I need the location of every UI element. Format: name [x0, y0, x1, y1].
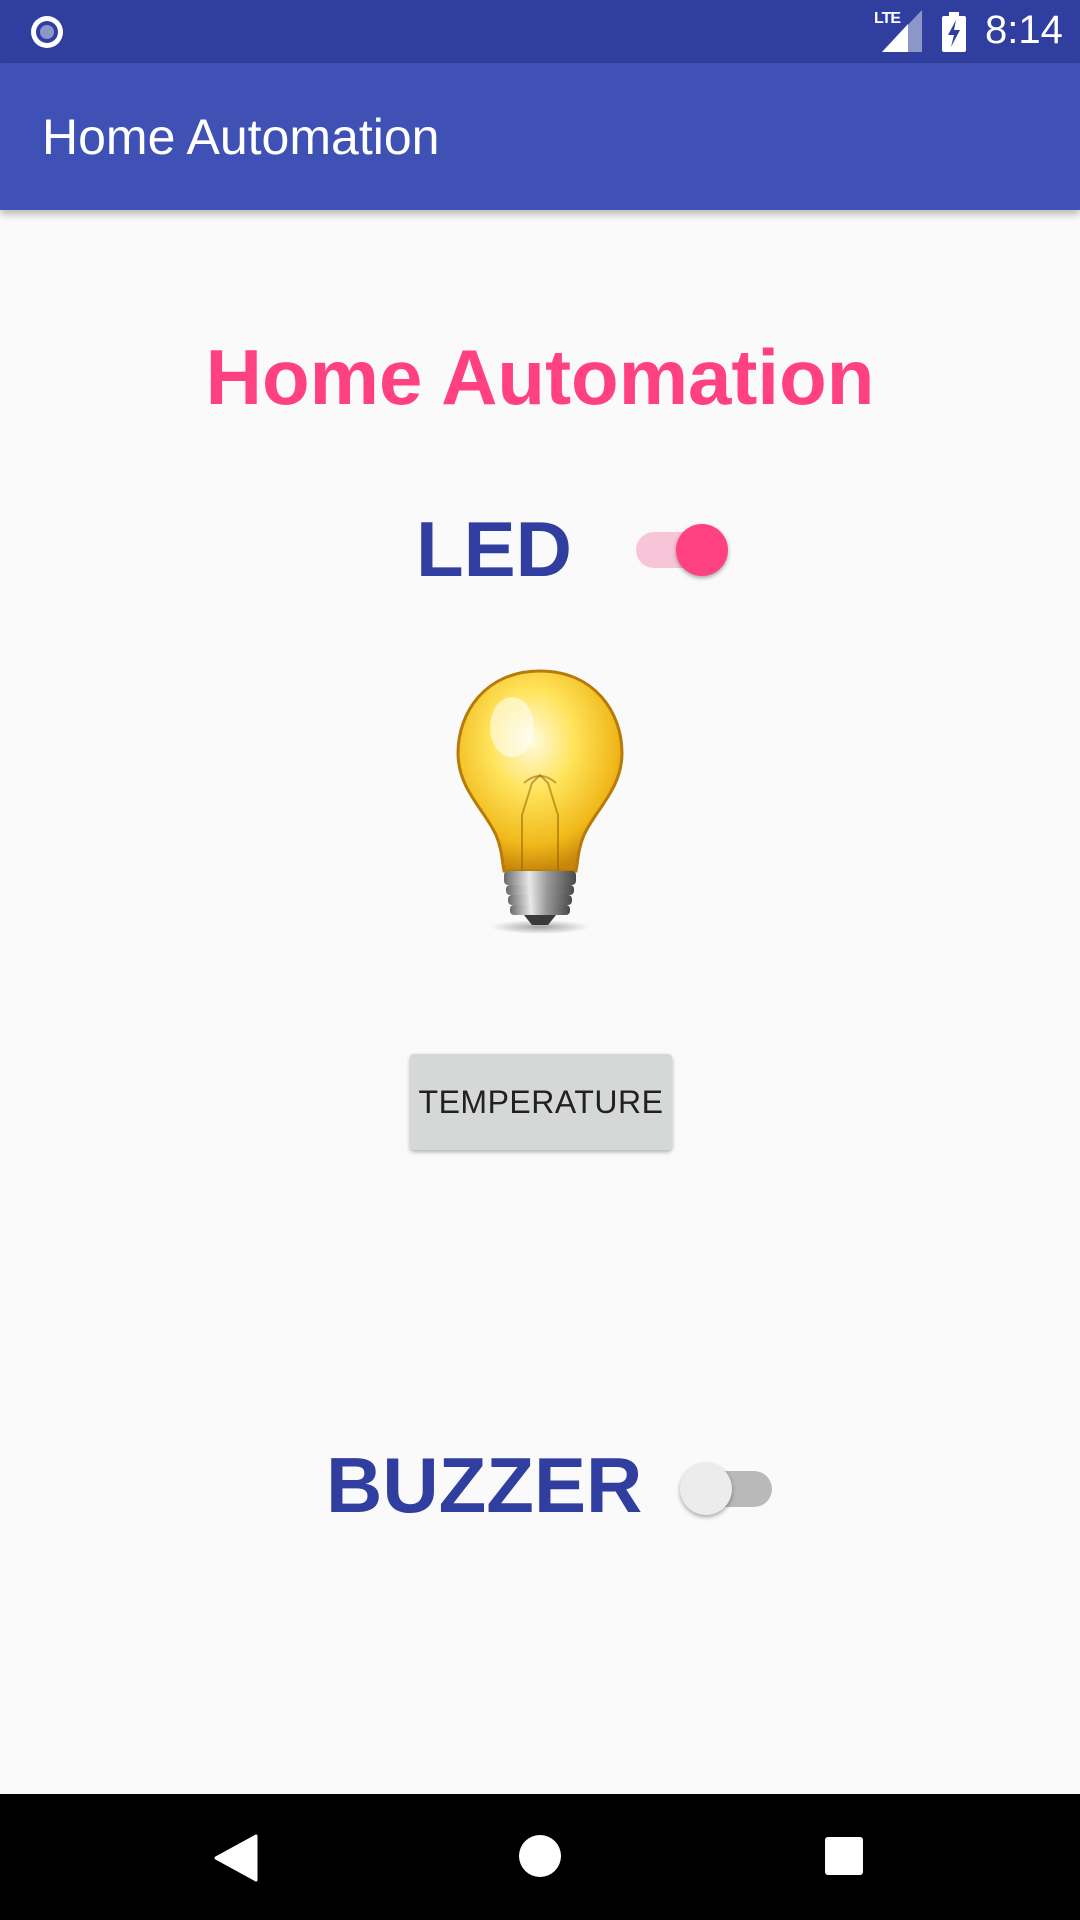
buzzer-switch-thumb: [680, 1463, 732, 1515]
light-bulb-icon: [456, 669, 624, 934]
back-icon[interactable]: [214, 1834, 258, 1882]
buzzer-label: BUZZER: [326, 1441, 643, 1529]
battery-charging-icon: [942, 12, 966, 52]
temperature-button[interactable]: TEMPERATURE: [410, 1054, 672, 1150]
recents-icon[interactable]: [824, 1836, 864, 1876]
app-bar-title: Home Automation: [42, 109, 440, 165]
led-label: LED: [416, 505, 572, 593]
status-bar: LTE 8:14: [0, 0, 1080, 63]
lte-signal-icon: LTE: [874, 10, 922, 52]
led-switch[interactable]: [628, 514, 728, 576]
buzzer-switch[interactable]: [680, 1453, 780, 1515]
page-heading: Home Automation: [205, 333, 875, 421]
status-time: 8:14: [985, 8, 1063, 52]
led-switch-thumb: [676, 524, 728, 576]
navigation-bar: [0, 1794, 1080, 1920]
app-bar: Home Automation: [0, 63, 1080, 210]
home-icon[interactable]: [518, 1834, 562, 1878]
radio-circle-icon: [31, 16, 63, 48]
